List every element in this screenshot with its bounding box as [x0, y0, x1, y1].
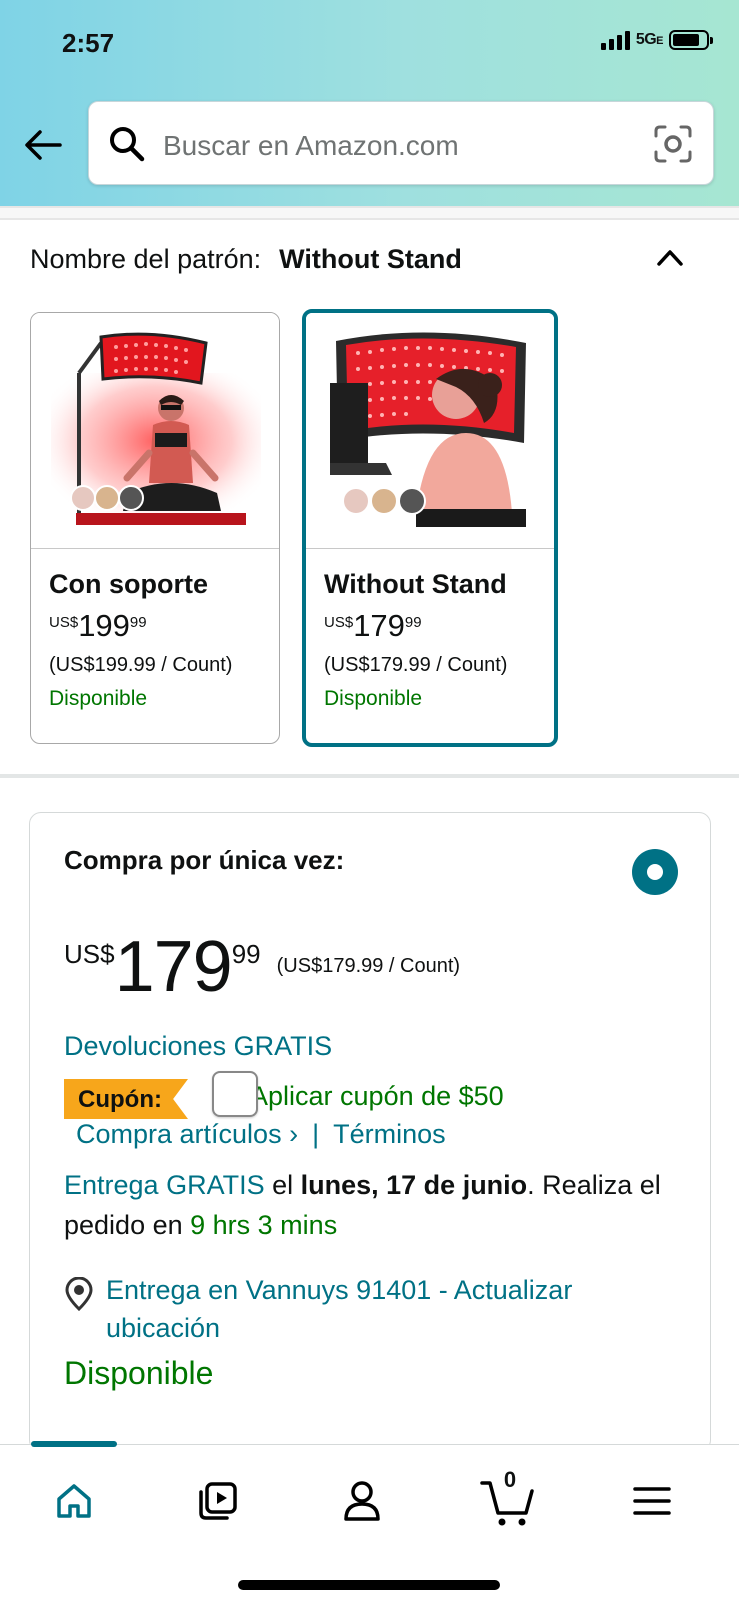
free-returns-link[interactable]: Devoluciones GRATIS — [64, 1031, 332, 1062]
network-label: 5GE — [635, 31, 664, 48]
location-pin-icon — [65, 1277, 93, 1311]
location-text[interactable]: Entrega en Vannuys 91401 - Actualizar ub… — [106, 1271, 666, 1347]
option-availability: Disponible — [324, 687, 423, 710]
purchase-type-label: Compra por única vez: — [64, 845, 345, 875]
option-availability: Disponible — [49, 687, 148, 710]
search-input[interactable]: Buscar en Amazon.com — [163, 130, 459, 162]
product-image — [306, 313, 554, 549]
search-box[interactable]: Buscar en Amazon.com — [88, 101, 714, 185]
cart-count-badge: 0 — [503, 1467, 517, 1492]
option-unit-price: (US$179.99 / Count) — [324, 654, 508, 676]
menu-icon — [633, 1487, 671, 1515]
delivery-date: lunes, 17 de junio — [300, 1170, 528, 1200]
buybox-price: US$ 179 99 (US$179.99 / Count) — [64, 927, 461, 1007]
buybox-unit-price: (US$179.99 / Count) — [276, 955, 461, 977]
free-delivery-link[interactable]: Entrega GRATIS — [64, 1170, 265, 1200]
coupon-links: Compra artículos › | Términos — [76, 1119, 446, 1150]
nav-account[interactable] — [332, 1473, 392, 1529]
option-title: Con soporte — [49, 569, 208, 599]
option-price: US$ 179 99 — [324, 608, 422, 643]
video-icon — [199, 1482, 237, 1520]
pattern-option-without-stand[interactable]: Without Stand US$ 179 99 (US$179.99 / Coun… — [302, 309, 558, 747]
home-indicator — [238, 1580, 500, 1590]
terms-link[interactable]: Términos — [333, 1119, 446, 1150]
shop-items-link[interactable]: Compra artículos › — [76, 1119, 298, 1150]
product-image — [31, 313, 279, 549]
status-time: 2:57 — [62, 28, 115, 58]
nav-active-indicator — [31, 1441, 117, 1447]
product-image-with-stand — [51, 332, 261, 525]
apply-coupon-checkbox[interactable] — [212, 1071, 258, 1117]
nav-home[interactable] — [44, 1473, 104, 1529]
delivery-info: Entrega GRATIS el lunes, 17 de junio. Re… — [64, 1170, 661, 1240]
link-separator: | — [312, 1119, 320, 1149]
home-icon — [57, 1484, 91, 1518]
stock-status: Disponible — [64, 1355, 214, 1391]
chevron-up-icon[interactable] — [653, 242, 687, 272]
pattern-option-con-soporte[interactable]: Con soporte US$ 199 99 (US$199.99 / Count)… — [30, 312, 280, 744]
app-header: 2:57 5GE Buscar en Amazon.com — [0, 0, 739, 206]
order-countdown: 9 hrs 3 mins — [190, 1210, 338, 1240]
nav-cart[interactable]: 0 — [478, 1467, 538, 1529]
back-arrow-icon[interactable] — [22, 124, 64, 166]
nav-menu[interactable] — [622, 1473, 682, 1529]
product-image-without-stand — [330, 332, 526, 527]
signal-icon — [600, 30, 630, 50]
header-divider — [0, 206, 739, 220]
option-title: Without Stand — [324, 569, 507, 599]
nav-video[interactable] — [188, 1473, 248, 1529]
pattern-label: Nombre del patrón: — [30, 244, 262, 274]
account-icon — [344, 1481, 380, 1521]
pattern-selected-value: Without Stand — [279, 244, 462, 274]
coupon-badge: Cupón: — [64, 1079, 188, 1119]
bottom-nav: 0 — [0, 1441, 739, 1600]
battery-icon — [669, 30, 713, 50]
purchase-type-radio[interactable] — [632, 849, 678, 895]
option-price: US$ 199 99 — [49, 608, 147, 643]
section-divider — [0, 774, 739, 778]
buy-box: Compra por única vez: US$ 179 99 (US$179.9… — [29, 812, 711, 1452]
search-icon — [110, 127, 145, 162]
coupon-text: Aplicar cupón de $50 — [258, 1081, 504, 1111]
camera-scan-icon[interactable] — [653, 124, 693, 164]
option-unit-price: (US$199.99 / Count) — [49, 654, 233, 676]
coupon-row: Cupón: Aplicar cupón de $50 — [64, 1071, 684, 1119]
pattern-header: Nombre del patrón: Without Stand — [30, 244, 462, 275]
status-indicators: 5GE — [600, 30, 713, 50]
